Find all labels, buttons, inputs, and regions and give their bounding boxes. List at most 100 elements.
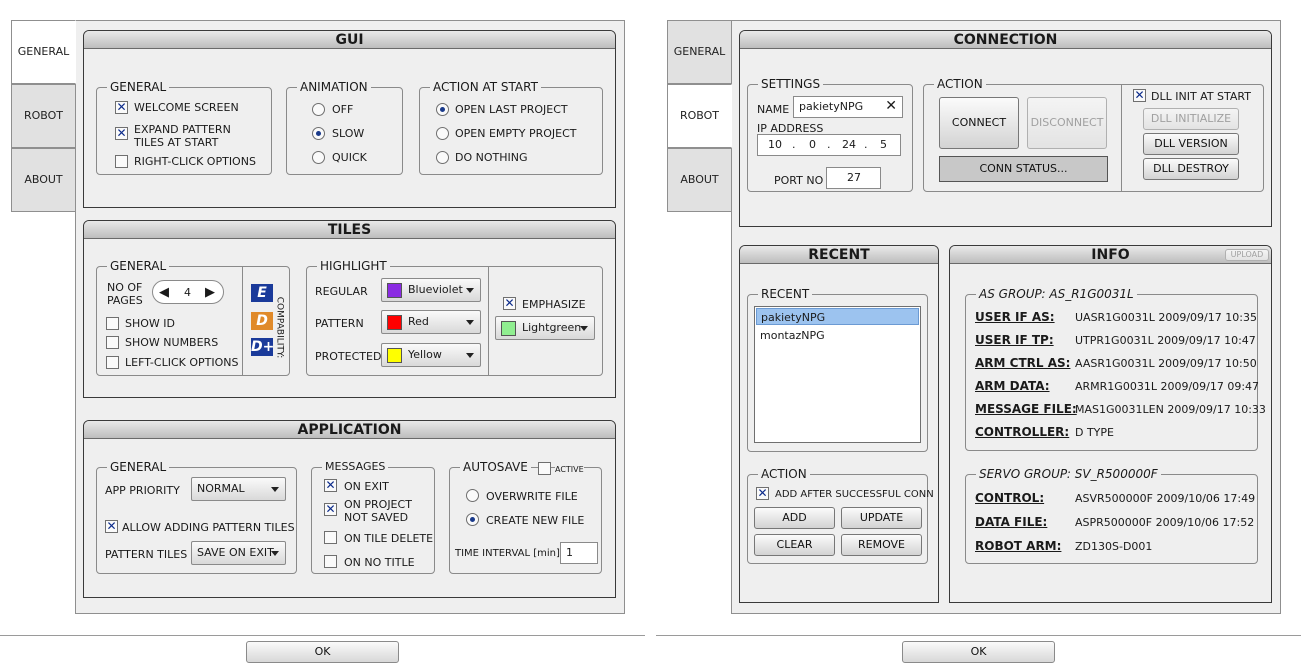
connect-button[interactable]: CONNECT: [939, 97, 1019, 149]
recent-listbox[interactable]: pakietyNPG montazNPG: [754, 306, 921, 443]
user-if-as-key: USER IF AS:: [975, 310, 1055, 324]
page-next-icon[interactable]: ▶: [205, 285, 215, 300]
animation-quick-label: QUICK: [332, 151, 367, 164]
emphasize-color-select[interactable]: Lightgreen: [495, 316, 595, 340]
ip-dot: .: [792, 138, 796, 151]
animation-off-label: OFF: [332, 103, 354, 116]
group-title: GENERAL: [107, 80, 170, 94]
do-nothing-radio[interactable]: [436, 151, 449, 164]
create-new-file-radio[interactable]: [466, 513, 479, 526]
add-after-conn-checkbox[interactable]: ✕: [756, 487, 769, 500]
expand-pattern-label-line1: EXPAND PATTERN: [134, 123, 231, 136]
on-no-title-checkbox[interactable]: [324, 555, 337, 568]
name-value: pakietyNPG: [799, 100, 864, 113]
data-file-key: DATA FILE:: [975, 515, 1048, 529]
animation-quick-radio[interactable]: [312, 151, 325, 164]
overwrite-file-radio[interactable]: [466, 489, 479, 502]
on-tile-delete-checkbox[interactable]: [324, 531, 337, 544]
tab-general[interactable]: GENERAL: [11, 20, 76, 84]
application-general-group: GENERAL APP PRIORITY NORMAL ✕ ALLOW ADDI…: [96, 460, 297, 574]
time-interval-label: TIME INTERVAL [min]: [455, 548, 560, 559]
chevron-down-icon: [466, 320, 474, 325]
dll-initialize-button[interactable]: DLL INITIALIZE: [1143, 108, 1239, 130]
dialog-gap: [645, 0, 656, 669]
chevron-down-icon: [580, 326, 588, 331]
chevron-down-icon: [271, 487, 279, 492]
clear-button[interactable]: CLEAR: [754, 534, 835, 556]
list-item[interactable]: montazNPG: [756, 327, 919, 344]
update-button[interactable]: UPDATE: [841, 507, 922, 529]
emphasize-checkbox[interactable]: ✕: [503, 297, 516, 310]
right-click-options-label: RIGHT-CLICK OPTIONS: [134, 155, 256, 168]
expand-pattern-checkbox[interactable]: ✕: [115, 127, 128, 140]
group-title: SETTINGS: [758, 77, 824, 91]
show-numbers-checkbox[interactable]: [106, 336, 119, 349]
regular-color-select[interactable]: Blueviolet: [381, 278, 481, 302]
open-last-project-radio[interactable]: [436, 103, 449, 116]
conn-status-button[interactable]: CONN STATUS...: [939, 156, 1108, 182]
ip-dot: .: [827, 138, 831, 151]
app-priority-select[interactable]: NORMAL: [191, 477, 286, 501]
group-title: ACTION: [934, 77, 986, 91]
remove-button[interactable]: REMOVE: [841, 534, 922, 556]
autosave-active-checkbox[interactable]: [538, 462, 551, 475]
tab-general[interactable]: GENERAL: [667, 20, 732, 84]
on-project-label-line2: NOT SAVED: [344, 511, 409, 524]
animation-off-radio[interactable]: [312, 103, 325, 116]
pattern-color-select[interactable]: Red: [381, 310, 481, 334]
ok-button[interactable]: OK: [246, 641, 399, 663]
right-click-options-checkbox[interactable]: [115, 155, 128, 168]
list-item[interactable]: pakietyNPG: [756, 308, 919, 325]
arm-ctrl-as-key: ARM CTRL AS:: [975, 356, 1071, 370]
tab-about[interactable]: ABOUT: [667, 148, 732, 212]
open-empty-project-radio[interactable]: [436, 127, 449, 140]
add-after-conn-label: ADD AFTER SUCCESSFUL CONN: [775, 489, 934, 500]
control-value: ASVR500000F 2009/10/06 17:49: [1075, 492, 1256, 505]
dll-destroy-button[interactable]: DLL DESTROY: [1143, 158, 1239, 180]
tab-robot[interactable]: ROBOT: [667, 84, 732, 148]
allow-adding-tiles-checkbox[interactable]: ✕: [105, 520, 118, 533]
tab-robot[interactable]: ROBOT: [11, 84, 76, 148]
dll-init-at-start-checkbox[interactable]: ✕: [1133, 89, 1146, 102]
connection-panel: CONNECTION SETTINGS NAME pakietyNPG ✕ IP…: [739, 30, 1272, 227]
page-prev-icon[interactable]: ◀: [159, 285, 169, 300]
port-no-label: PORT NO: [774, 174, 824, 187]
upload-button[interactable]: UPLOAD: [1225, 249, 1269, 261]
pattern-tiles-select[interactable]: SAVE ON EXIT: [191, 541, 286, 565]
emphasize-color-swatch: [501, 320, 516, 336]
ok-button[interactable]: OK: [902, 641, 1055, 663]
group-title: AUTOSAVE: [460, 460, 531, 474]
compatibility-label: COMPABILITY:: [274, 296, 285, 359]
ip-octet-3: 24: [842, 138, 856, 151]
tab-about[interactable]: ABOUT: [11, 148, 76, 212]
show-id-label: SHOW ID: [125, 317, 175, 330]
ip-address-input[interactable]: 10 . 0 . 24 . 5: [757, 134, 901, 156]
time-interval-input[interactable]: 1: [560, 542, 598, 564]
on-exit-checkbox[interactable]: ✕: [324, 479, 337, 492]
protected-color-select[interactable]: Yellow: [381, 343, 481, 367]
divider: [242, 267, 243, 375]
ip-octet-2: 0: [809, 138, 816, 151]
show-id-checkbox[interactable]: [106, 317, 119, 330]
controller-value: D TYPE: [1075, 426, 1114, 439]
clear-name-icon[interactable]: ✕: [885, 96, 897, 116]
welcome-screen-checkbox[interactable]: ✕: [115, 101, 128, 114]
on-project-not-saved-checkbox[interactable]: ✕: [324, 503, 337, 516]
open-last-project-label: OPEN LAST PROJECT: [455, 103, 568, 116]
arm-data-key: ARM DATA:: [975, 379, 1050, 393]
dll-version-button[interactable]: DLL VERSION: [1143, 133, 1239, 155]
disconnect-button[interactable]: DISCONNECT: [1027, 97, 1107, 149]
animation-slow-radio[interactable]: [312, 127, 325, 140]
emphasize-color-value: Lightgreen: [522, 321, 582, 334]
servo-group: SERVO GROUP: SV_R500000F CONTROL: ASVR50…: [965, 467, 1258, 564]
name-input[interactable]: pakietyNPG ✕: [793, 96, 903, 118]
add-button[interactable]: ADD: [754, 507, 835, 529]
pages-spinner[interactable]: ◀ 4 ▶: [152, 280, 224, 304]
arm-ctrl-as-value: AASR1G0031L 2009/09/17 10:50: [1075, 357, 1257, 370]
user-if-tp-key: USER IF TP:: [975, 333, 1054, 347]
name-label: NAME: [757, 103, 790, 116]
connection-action-group: ACTION CONNECT DISCONNECT CONN STATUS...…: [923, 77, 1264, 192]
chevron-down-icon: [466, 288, 474, 293]
left-click-options-checkbox[interactable]: [106, 356, 119, 369]
port-no-input[interactable]: 27: [826, 167, 881, 189]
